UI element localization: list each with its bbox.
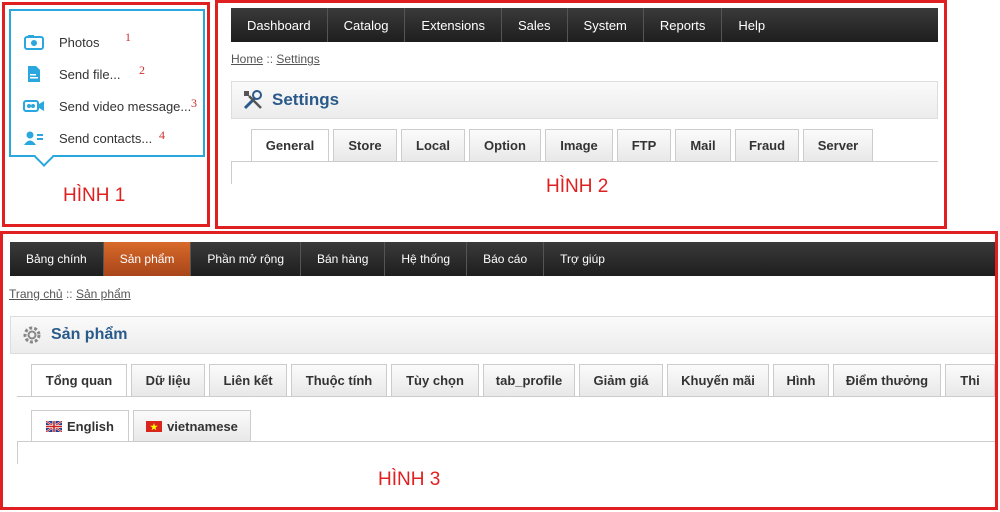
tab-general[interactable]: General <box>251 129 329 161</box>
nav-item-ban-hang[interactable]: Bán hàng <box>301 242 386 276</box>
menu-item-send-contacts[interactable]: Send contacts... <box>23 126 152 150</box>
nav-item-bang-chinh[interactable]: Bảng chính <box>10 242 104 276</box>
file-icon <box>23 65 45 83</box>
nav-item-bao-cao[interactable]: Báo cáo <box>467 242 545 276</box>
nav-item-dashboard[interactable]: Dashboard <box>231 8 328 42</box>
breadcrumb: Trang chủ :: Sản phẩm <box>9 287 131 301</box>
nav-item-he-thong[interactable]: Hệ thống <box>385 242 468 276</box>
figure-caption: HÌNH 3 <box>378 469 441 490</box>
breadcrumb-home-link[interactable]: Home <box>231 52 263 66</box>
photo-icon <box>23 33 45 51</box>
annotation-number: 3 <box>191 96 197 110</box>
figure-caption: HÌNH 1 <box>63 185 126 206</box>
tab-ftp[interactable]: FTP <box>617 129 671 161</box>
breadcrumb-separator: :: <box>65 287 73 301</box>
menu-item-label: Send file... <box>59 66 121 82</box>
tab-du-lieu[interactable]: Dữ liệu <box>131 364 205 396</box>
tab-lang-english[interactable]: English <box>31 410 129 441</box>
tab-tuy-chon[interactable]: Tùy chọn <box>391 364 479 396</box>
tab-more[interactable]: Thi <box>945 364 995 396</box>
figure-3-frame: Bảng chính Sản phẩm Phần mở rộng Bán hàn… <box>0 231 998 510</box>
settings-tools-icon <box>242 89 264 111</box>
tab-mail[interactable]: Mail <box>675 129 731 161</box>
contacts-icon <box>23 129 45 147</box>
lang-label: English <box>67 418 114 434</box>
tab-image[interactable]: Image <box>545 129 613 161</box>
tab-lien-ket[interactable]: Liên kết <box>209 364 287 396</box>
figure-1-frame: Photos Send file... Send video message..… <box>2 2 210 227</box>
tab-fraud[interactable]: Fraud <box>735 129 799 161</box>
menu-item-label: Send contacts... <box>59 130 153 146</box>
tab-hinh[interactable]: Hình <box>773 364 829 396</box>
nav-item-tro-giup[interactable]: Trợ giúp <box>544 242 621 276</box>
video-icon <box>23 97 45 115</box>
nav-item-system[interactable]: System <box>568 8 644 42</box>
nav-item-phan-mo-rong[interactable]: Phần mở rộng <box>191 242 301 276</box>
tab-option[interactable]: Option <box>469 129 541 161</box>
content-edge <box>17 442 18 464</box>
annotation-number: 4 <box>159 128 165 142</box>
menu-item-send-video[interactable]: Send video message... <box>23 94 191 118</box>
nav-item-help[interactable]: Help <box>722 8 781 42</box>
product-tabbar: Tổng quan Dữ liệu Liên kết Thuộc tính Tù… <box>17 364 995 397</box>
share-popup-menu: Photos Send file... Send video message..… <box>9 9 205 167</box>
tab-lang-vietnamese[interactable]: vietnamese <box>133 410 251 441</box>
tab-khuyen-mai[interactable]: Khuyến mãi <box>667 364 769 396</box>
uk-flag-icon <box>46 420 63 432</box>
tab-profile[interactable]: tab_profile <box>483 364 575 396</box>
tab-diem-thuong[interactable]: Điểm thưởng <box>833 364 941 396</box>
tab-local[interactable]: Local <box>401 129 465 161</box>
page-title: Settings <box>272 90 340 109</box>
figure-caption: HÌNH 2 <box>546 176 609 197</box>
settings-tabbar: General Store Local Option Image FTP Mai… <box>231 129 938 162</box>
figure-2-frame: Dashboard Catalog Extensions Sales Syste… <box>215 0 947 229</box>
tab-thuoc-tinh[interactable]: Thuộc tính <box>291 364 387 396</box>
menu-item-label: Send video message... <box>59 98 192 114</box>
breadcrumb-separator: :: <box>266 52 274 66</box>
nav-item-san-pham[interactable]: Sản phẩm <box>103 242 192 276</box>
annotation-number: 1 <box>125 30 131 44</box>
annotation-number: 2 <box>139 63 145 77</box>
menu-item-send-file[interactable]: Send file... <box>23 62 120 86</box>
nav-item-sales[interactable]: Sales <box>502 8 568 42</box>
breadcrumb: Home :: Settings <box>231 52 320 66</box>
nav-item-extensions[interactable]: Extensions <box>405 8 503 42</box>
vn-flag-icon <box>146 420 163 432</box>
page-heading: Sản phẩm <box>10 316 995 354</box>
breadcrumb-current-link[interactable]: Sản phẩm <box>76 287 131 301</box>
top-navbar: Bảng chính Sản phẩm Phần mở rộng Bán hàn… <box>10 242 995 276</box>
menu-item-photos[interactable]: Photos <box>23 30 99 54</box>
gear-icon <box>21 324 43 346</box>
tab-server[interactable]: Server <box>803 129 873 161</box>
popup-tail <box>34 147 54 167</box>
tab-store[interactable]: Store <box>333 129 397 161</box>
breadcrumb-current-link[interactable]: Settings <box>276 52 319 66</box>
nav-item-catalog[interactable]: Catalog <box>328 8 406 42</box>
breadcrumb-home-link[interactable]: Trang chủ <box>9 287 63 301</box>
nav-item-reports[interactable]: Reports <box>644 8 723 42</box>
language-tabbar: English vietnamese <box>17 410 995 442</box>
lang-label: vietnamese <box>167 418 238 434</box>
tab-tong-quan[interactable]: Tổng quan <box>31 364 127 396</box>
content-edge <box>231 162 232 184</box>
top-navbar: Dashboard Catalog Extensions Sales Syste… <box>231 8 938 42</box>
page-title: Sản phẩm <box>51 326 128 343</box>
tab-giam-gia[interactable]: Giảm giá <box>579 364 663 396</box>
page-heading: Settings <box>231 81 938 119</box>
menu-item-label: Photos <box>59 34 100 50</box>
